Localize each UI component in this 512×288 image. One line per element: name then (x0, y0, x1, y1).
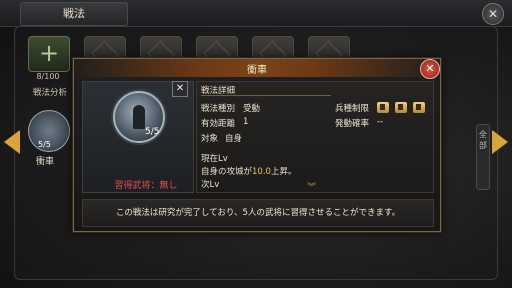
plus-icon: + (38, 39, 60, 67)
window-title: 戦法 (20, 2, 128, 26)
skill-analysis-label[interactable]: 戦法分析 (26, 86, 74, 98)
effect-value: 10.0 (252, 167, 271, 177)
current-level-label: 現在Lv (201, 154, 228, 164)
skill-count: 8/100 (36, 72, 60, 81)
skill-type-label: 戦法種別 (201, 104, 236, 114)
scroll-down-icon[interactable]: ︾ (307, 180, 316, 193)
window-close-button[interactable]: ✕ (482, 3, 504, 25)
research-info-text: この戦法は研究が完了しており、5人の武将に習得させることができます。 (82, 199, 434, 227)
archer-icon (413, 102, 425, 113)
next-arrow-icon[interactable] (492, 130, 508, 154)
unit-restriction-label: 兵種制限 (335, 104, 370, 114)
skill-card-name: 衝車 (36, 157, 55, 167)
cavalry-icon (377, 102, 389, 113)
filter-tab-label: 全部 (479, 130, 487, 150)
infantry-icon (395, 102, 407, 113)
next-level-label: 次Lv (201, 180, 220, 190)
filter-tab-all[interactable]: 全部 (476, 124, 490, 190)
target-label: 対象 (201, 134, 219, 144)
skill-level: 5/5 (145, 127, 160, 137)
skill-type-value: 受動 (243, 104, 261, 114)
trigger-rate-label: 発動確率 (335, 119, 370, 129)
trigger-rate-value: -- (377, 117, 384, 127)
effect-prefix: 自身の攻城が (201, 167, 253, 177)
range-label: 有効距離 (201, 119, 236, 129)
skill-portrait-panel: 5/5 習得武将：無し (82, 81, 194, 193)
skill-details-panel: 戦法詳細 戦法種別 受動 兵種制限 有効距離 1 発動確率 -- 対象 自身 現… (196, 81, 434, 193)
skill-card-count: 5/5 (38, 140, 51, 149)
skill-detail-dialog: 衝車 ✕ 5/5 習得武将：無し ✕ 戦法詳細 戦法種別 受動 兵種制限 有効距… (73, 58, 441, 232)
details-header-divider (201, 95, 331, 96)
dialog-close-button[interactable]: ✕ (420, 59, 440, 79)
effect-suffix: 上昇。 (270, 167, 297, 177)
prev-arrow-icon[interactable] (4, 130, 20, 154)
add-skill-button[interactable]: + (28, 36, 70, 72)
warrior-figure-icon (133, 105, 145, 129)
target-value: 自身 (225, 134, 243, 144)
effect-description: 自身の攻城が10.0上昇。 (201, 165, 296, 177)
range-value: 1 (243, 117, 249, 127)
learned-generals-label: 習得武将：無し (114, 181, 178, 191)
dialog-title: 衝車 (247, 65, 267, 76)
portrait-close-button[interactable]: ✕ (172, 81, 188, 97)
